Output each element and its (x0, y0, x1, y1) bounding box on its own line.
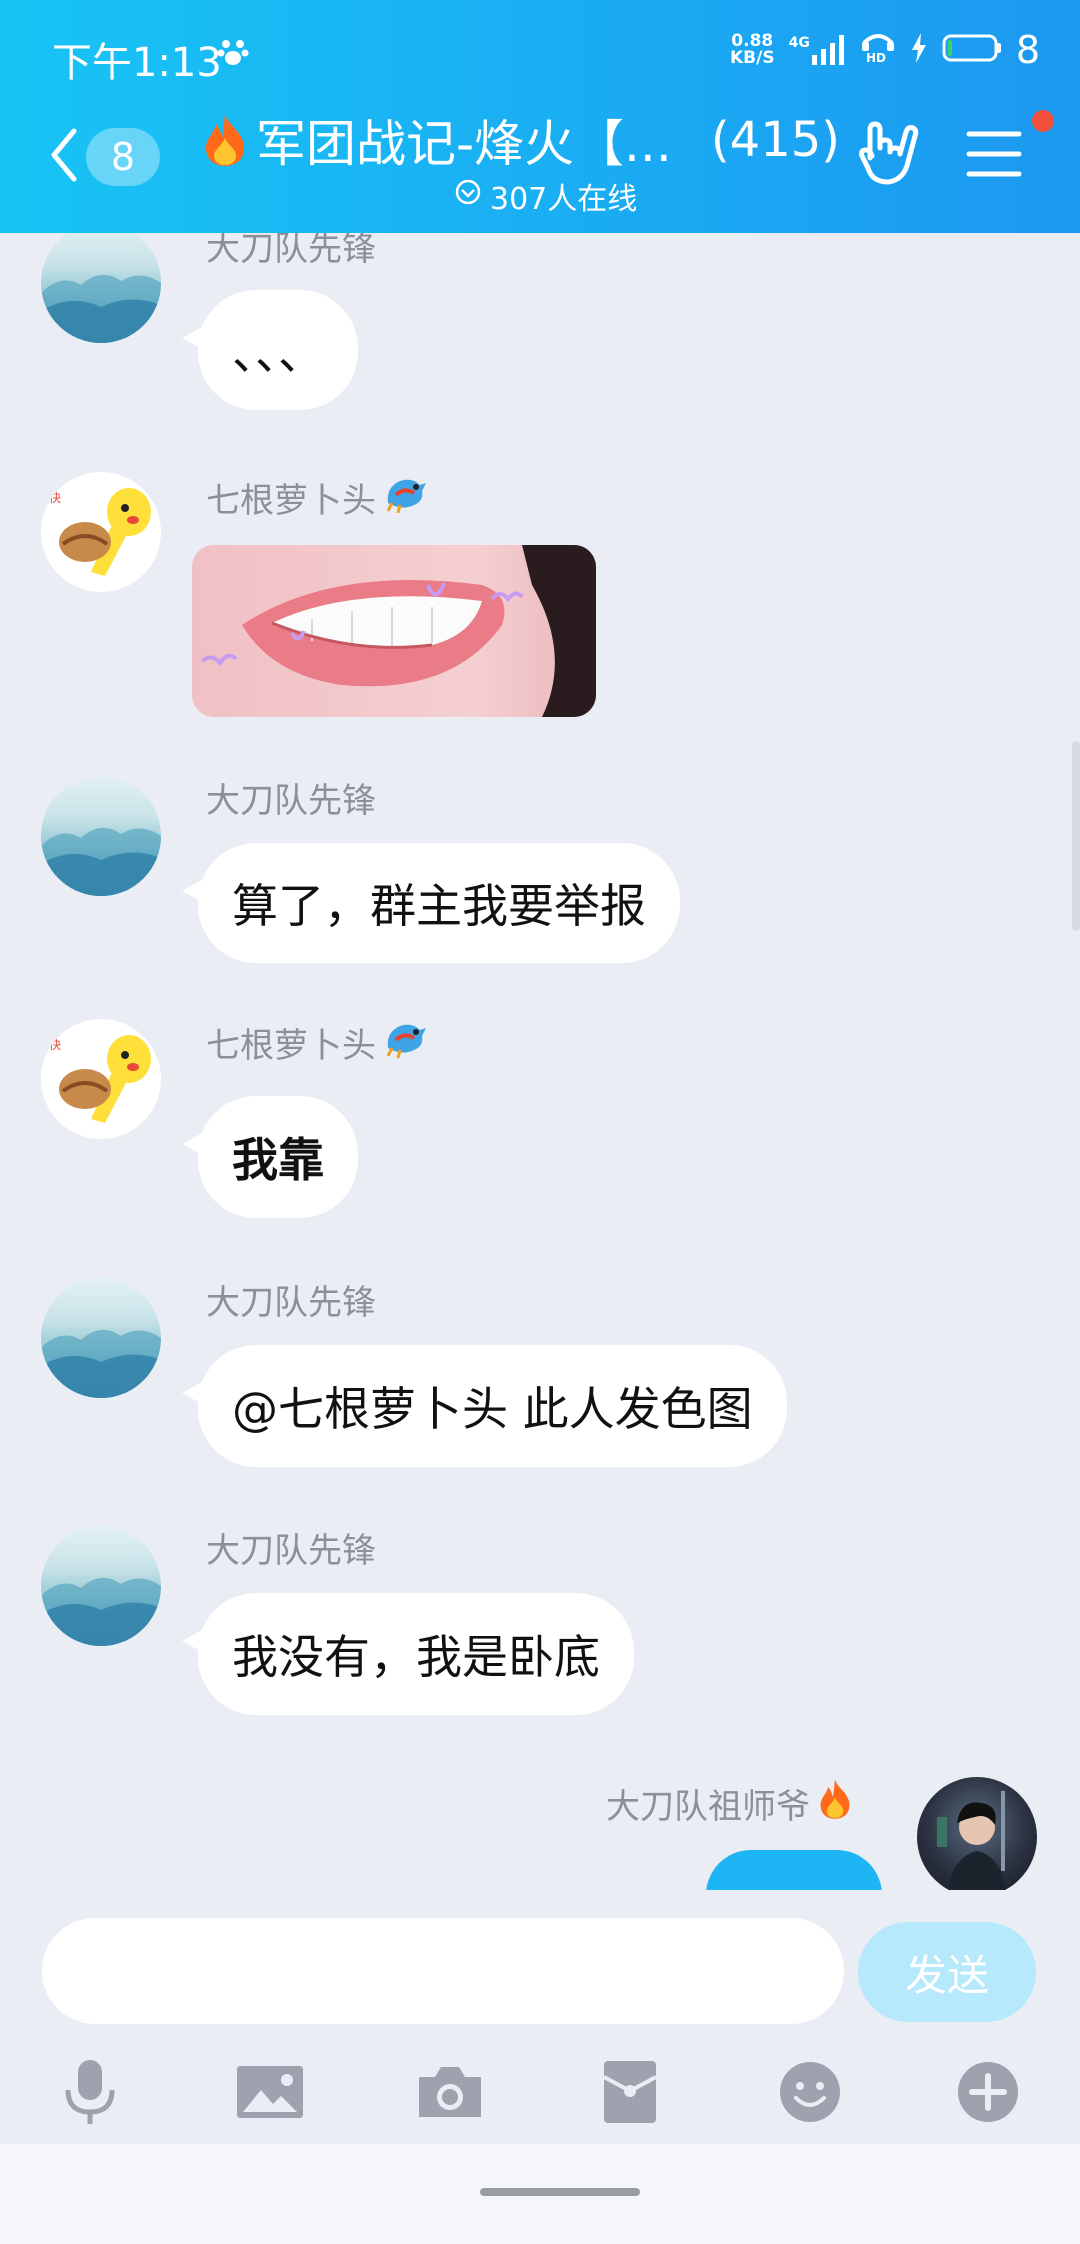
battery-icon (942, 28, 1002, 72)
member-count: (415) (710, 112, 840, 168)
image-message[interactable] (192, 545, 596, 717)
notification-dot (1032, 110, 1054, 132)
sender-name: 七根萝卜头 (206, 1018, 428, 1067)
camera-icon[interactable] (410, 2052, 490, 2132)
my-message-bubble[interactable]: 、 (706, 1850, 882, 1890)
fire-icon (200, 112, 250, 168)
check-circle-icon (454, 178, 482, 214)
emoji-icon[interactable] (770, 2052, 850, 2132)
hand-gesture-icon[interactable] (858, 118, 920, 194)
message-bubble[interactable]: 我没有，我是卧底 (182, 1593, 634, 1715)
charging-icon (910, 28, 928, 72)
avatar[interactable] (41, 1526, 161, 1646)
sender-name: 大刀队先锋 (206, 1531, 376, 1571)
sender-name: 大刀队先锋 (206, 781, 376, 821)
chevron-left-icon (48, 127, 78, 187)
sender-name: 七根萝卜头 (206, 473, 428, 522)
net-speed: 0.88 KB/S (729, 31, 775, 68)
network-label: 4G (788, 35, 810, 51)
group-title-row[interactable]: 军团战记-烽火【... (415) (200, 104, 840, 176)
menu-icon[interactable] (966, 130, 1022, 182)
status-indicators: 0.88 KB/S 4G HD 8 (730, 28, 1040, 72)
sender-name: 大刀队祖师爷 (606, 1777, 854, 1830)
avatar[interactable] (41, 776, 161, 896)
input-bar: 发送 (0, 1890, 1080, 2244)
battery-level: 8 (1015, 28, 1040, 72)
avatar[interactable]: 快 (41, 1019, 161, 1139)
microphone-icon[interactable] (50, 2052, 130, 2132)
message-text: 我没有，我是卧底 (232, 1630, 600, 1684)
group-title: 军团战记-烽火【... (256, 115, 672, 173)
sender-name: 大刀队先锋 (206, 233, 376, 269)
red-packet-icon[interactable] (590, 2052, 670, 2132)
message-text: 我靠 (232, 1133, 324, 1187)
image-icon[interactable] (230, 2052, 310, 2132)
toolbar (0, 2052, 1080, 2152)
home-indicator[interactable] (480, 2188, 640, 2196)
send-button[interactable]: 发送 (858, 1922, 1036, 2022)
sender-name: 大刀队先锋 (206, 1283, 376, 1323)
my-avatar[interactable] (917, 1777, 1037, 1890)
back-button[interactable]: 8 (48, 122, 168, 192)
message-input[interactable] (42, 1918, 844, 2024)
dragon-badge-icon (382, 1018, 428, 1067)
avatar[interactable] (41, 233, 161, 343)
chat-header: 下午1:13 0.88 KB/S 4G HD 8 8 军团战记-烽火【... (… (0, 0, 1080, 233)
paw-icon (216, 34, 250, 72)
message-bubble[interactable]: 我靠 (182, 1096, 358, 1218)
signal-icon: 4G (789, 35, 846, 65)
message-bubble[interactable]: 、、、 (182, 290, 358, 410)
plus-icon[interactable] (948, 2052, 1028, 2132)
message-text: 、 (771, 1862, 817, 1890)
hd-call-icon: HD (860, 28, 896, 72)
message-bubble[interactable]: 算了，群主我要举报 (182, 843, 680, 963)
message-text: 、、、 (232, 326, 324, 380)
scrollbar[interactable] (1072, 741, 1080, 931)
dragon-badge-icon (382, 473, 428, 522)
avatar[interactable]: 快 (41, 472, 161, 592)
svg-text:快: 快 (49, 491, 61, 505)
message-bubble[interactable]: @七根萝卜头 此人发色图 (182, 1345, 787, 1467)
unread-badge: 8 (86, 128, 160, 186)
fire-icon (816, 1777, 854, 1830)
svg-text:快: 快 (49, 1038, 61, 1052)
svg-text:HD: HD (866, 51, 886, 63)
message-list[interactable]: 大刀队先锋 、、、 快 七根萝卜头 大刀队先锋 算了，群主我要举报 快 七根萝卜… (0, 233, 1080, 1890)
system-nav-bar (0, 2144, 1080, 2244)
avatar[interactable] (41, 1278, 161, 1398)
message-text: @七根萝卜头 此人发色图 (232, 1382, 753, 1436)
status-time: 下午1:13 (52, 40, 222, 86)
online-count: 307人在线 (490, 182, 638, 217)
message-text: 算了，群主我要举报 (232, 879, 646, 933)
online-status: 307人在线 (454, 174, 637, 218)
